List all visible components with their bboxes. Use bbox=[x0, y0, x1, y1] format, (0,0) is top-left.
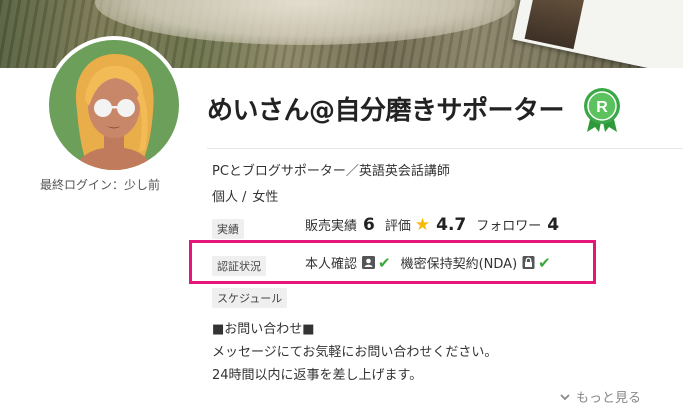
sales-value[interactable]: 6 bbox=[363, 215, 375, 235]
identity-check-icon: ✔ bbox=[378, 253, 391, 272]
message-line-2: メッセージにてお気軽にお問い合わせください。 bbox=[212, 345, 498, 360]
id-card-icon bbox=[362, 256, 376, 269]
message-line-3: 24時間以内に返事を差し上げます。 bbox=[212, 368, 423, 383]
nda-check-icon: ✔ bbox=[538, 253, 551, 272]
cover-decoration bbox=[95, 0, 515, 45]
identity-label: 本人確認 bbox=[305, 257, 358, 272]
last-login: 最終ログイン：少し前 bbox=[40, 178, 161, 192]
rank-badge-icon: R bbox=[584, 88, 620, 132]
star-icon: ★ bbox=[414, 215, 431, 235]
avatar[interactable] bbox=[45, 36, 183, 174]
rating-value[interactable]: 4.7 bbox=[436, 215, 466, 235]
catchphrase: PCとブログサポーター／英語英会話講師 bbox=[212, 164, 450, 179]
nda-label: 機密保持契約(NDA) bbox=[400, 257, 518, 272]
sales-label: 販売実績 bbox=[305, 219, 358, 234]
stats-row: 販売実績 6 評価 ★ 4.7 フォロワー 4 bbox=[305, 215, 569, 235]
followers-value[interactable]: 4 bbox=[547, 215, 559, 235]
show-more-link[interactable]: もっと見る bbox=[560, 387, 641, 406]
message-line-1: ■お問い合わせ■ bbox=[212, 322, 315, 337]
chevron-down-icon bbox=[560, 393, 570, 400]
lock-icon bbox=[522, 256, 535, 269]
followers-label: フォロワー bbox=[476, 219, 542, 234]
cover-polaroid bbox=[512, 0, 683, 68]
profile-name: めいさん@自分磨きサポーター bbox=[207, 96, 565, 126]
certification-tag: 認証状況 bbox=[212, 256, 266, 276]
rank-badge-letter: R bbox=[596, 99, 608, 116]
schedule-tag: スケジュール bbox=[212, 288, 288, 308]
avatar-illustration bbox=[49, 40, 179, 170]
results-tag: 実績 bbox=[212, 219, 244, 239]
certification-row: 本人確認 ✔ 機密保持契約(NDA) ✔ bbox=[305, 253, 561, 273]
attribute-separator: / bbox=[242, 190, 247, 205]
account-type: 個人 bbox=[212, 190, 239, 205]
rating-label: 評価 bbox=[384, 219, 411, 234]
header-divider bbox=[207, 148, 683, 149]
profile-attributes: 個人 / 女性 bbox=[212, 186, 278, 205]
show-more-label: もっと見る bbox=[576, 391, 642, 406]
gender: 女性 bbox=[252, 190, 279, 205]
